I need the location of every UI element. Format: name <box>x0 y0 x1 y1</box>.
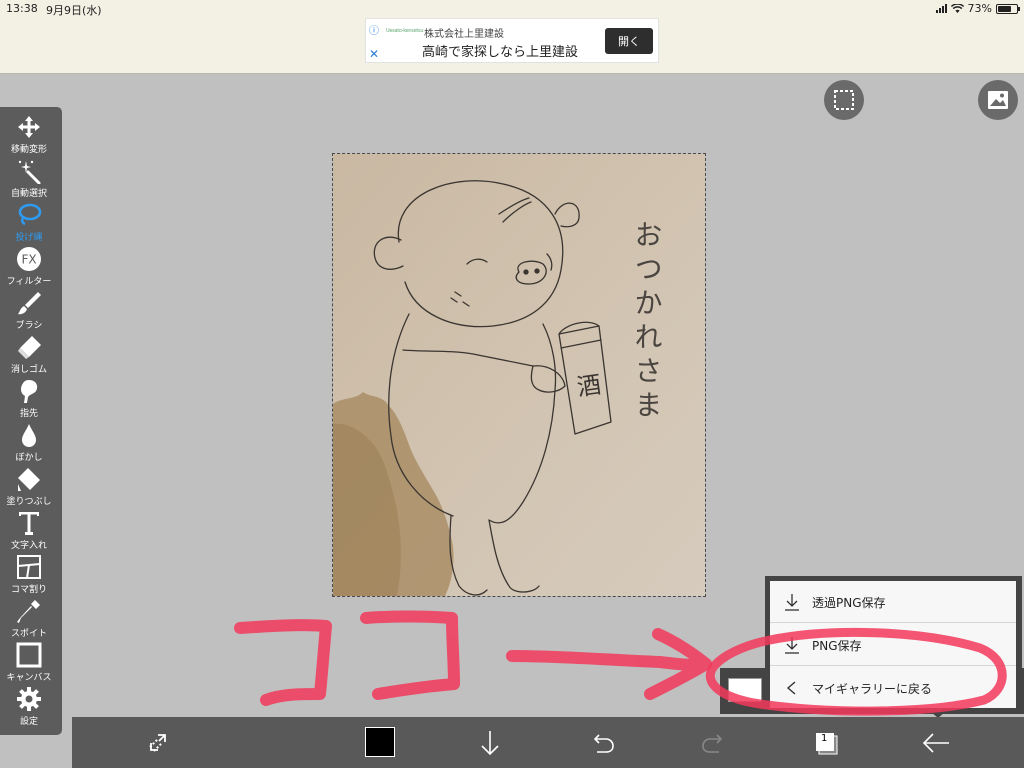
download-icon <box>481 731 499 756</box>
transform-swap-icon <box>149 734 166 752</box>
menu-item-back-to-gallery[interactable]: マイギャラリーに戻る <box>770 667 1016 709</box>
menu-item-label: 透過PNG保存 <box>812 596 886 610</box>
redo-icon <box>702 734 723 753</box>
undo-icon <box>593 734 614 753</box>
menu-item-save-transparent-png[interactable]: 透過PNG保存 <box>770 581 1016 623</box>
save-download-button[interactable] <box>473 727 507 759</box>
bottom-toolbar: 1 <box>72 717 1024 768</box>
back-arrow-icon <box>922 733 949 753</box>
chevron-left-icon <box>786 681 796 695</box>
download-icon <box>785 637 799 654</box>
layers-button[interactable]: 1 <box>809 727 843 759</box>
redo-button[interactable] <box>697 727 731 759</box>
color-swatch <box>365 727 395 757</box>
transform-swap-button[interactable] <box>141 727 175 759</box>
undo-button[interactable] <box>585 727 619 759</box>
menu-item-label: PNG保存 <box>812 639 862 653</box>
annotation-koko <box>234 610 712 706</box>
layer-count: 1 <box>821 733 828 744</box>
download-icon <box>785 594 799 611</box>
back-button[interactable] <box>919 727 953 759</box>
export-menu-panel: 透過PNG保存 PNG保存 マイギャラリーに戻る <box>770 581 1016 708</box>
menu-item-label: マイギャラリーに戻る <box>812 682 933 696</box>
menu-item-save-png[interactable]: PNG保存 <box>770 624 1016 666</box>
menu-backdrop-fragment <box>720 668 770 714</box>
color-swatch-button[interactable] <box>363 727 397 759</box>
